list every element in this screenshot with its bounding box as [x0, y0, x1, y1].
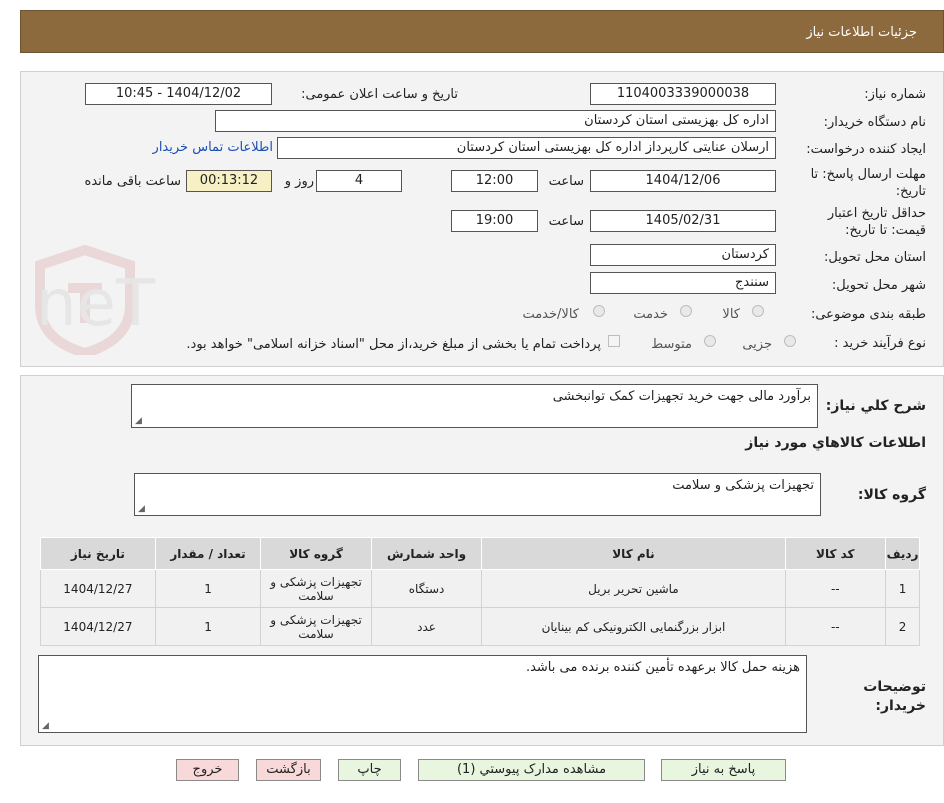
reply-time-label: ساعت [548, 174, 584, 189]
cell-date: 1404/12/27 [40, 607, 156, 646]
buyer-notes-label: توضیحات خریدار: [863, 679, 926, 714]
requester-label: ایجاد کننده درخواست: [806, 142, 926, 157]
col-row: ردیف [885, 537, 920, 570]
validity-time-field: 19:00 [451, 210, 538, 232]
category-radio-goods-service[interactable] [593, 305, 605, 317]
process-radio-medium[interactable] [704, 335, 716, 347]
buyer-org-field: اداره کل بهزیستی استان کردستان [215, 110, 776, 132]
page-title: جزئیات اطلاعات نیاز [806, 25, 917, 40]
category-option-goods: کالا [722, 307, 740, 322]
cell-group: تجهیزات پزشکی و سلامت [260, 607, 372, 646]
need-number-field: 1104003339000038 [590, 83, 776, 105]
buyer-notes-text: هزینه حمل کالا برعهده تأمین کننده برنده … [525, 660, 800, 675]
goods-table: ردیف کد کالا نام کالا واحد شمارش گروه کا… [40, 537, 920, 646]
goods-group-text: تجهیزات پزشکی و سلامت [672, 478, 814, 493]
cell-name: ابزار بزرگنمایی الکترونیکی کم بینایان [481, 607, 786, 646]
city-field: سنندج [590, 272, 776, 294]
process-radio-minor[interactable] [784, 335, 796, 347]
process-type-label: نوع فرآیند خرید : [834, 336, 926, 351]
table-header-row: ردیف کد کالا نام کالا واحد شمارش گروه کا… [40, 537, 920, 570]
buyer-contact-link[interactable]: اطلاعات تماس خریدار [153, 140, 273, 155]
cell-date: 1404/12/27 [40, 569, 156, 608]
exit-button[interactable]: خروج [176, 759, 239, 781]
back-button[interactable]: بازگشت [256, 759, 321, 781]
goods-group-textarea[interactable]: تجهیزات پزشکی و سلامت ◢ [134, 473, 821, 516]
goods-group-label: گروه کالا: [857, 487, 926, 503]
resize-grip-icon: ◢ [135, 416, 142, 426]
buyer-org-label: نام دستگاه خریدار: [823, 115, 926, 130]
requester-field: ارسلان عنایتی کارپرداز اداره کل بهزیستی … [277, 137, 776, 159]
resize-grip-icon: ◢ [138, 504, 145, 514]
cell-unit: دستگاه [370, 569, 483, 608]
cell-code: -- [784, 569, 887, 608]
delivery-city-label: شهر محل تحویل: [831, 278, 926, 293]
validity-time-label: ساعت [548, 214, 584, 229]
remaining-time-field: 00:13:12 [186, 170, 272, 192]
remaining-label: ساعت باقی مانده [84, 174, 181, 189]
general-desc-label: شرح کلي نياز: [825, 398, 926, 414]
table-row: 1 -- ماشین تحریر بریل دستگاه تجهیزات پزش… [40, 569, 920, 608]
category-radio-service[interactable] [680, 305, 692, 317]
col-group: گروه کالا [260, 537, 372, 570]
process-option-minor: جزیی [742, 337, 772, 352]
view-attachments-button[interactable]: مشاهده مدارک پیوستي (1) [418, 759, 645, 781]
days-label: روز و [284, 174, 314, 189]
cell-row: 2 [885, 607, 920, 646]
category-option-goods-service: کالا/خدمت [522, 307, 579, 322]
cell-group: تجهیزات پزشکی و سلامت [260, 569, 372, 608]
col-code: کد کالا [784, 537, 887, 570]
category-radio-goods[interactable] [752, 305, 764, 317]
treasury-checkbox[interactable] [608, 335, 620, 347]
validity-date-field: 1405/02/31 [590, 210, 776, 232]
delivery-province-label: استان محل تحویل: [824, 250, 926, 265]
cell-row: 1 [885, 569, 920, 608]
need-number-label: شماره نیاز: [864, 87, 926, 102]
col-name: نام کالا [481, 537, 786, 570]
resize-grip-icon: ◢ [42, 721, 49, 731]
cell-code: -- [784, 607, 887, 646]
announce-datetime-label: تاریخ و ساعت اعلان عمومی: [301, 87, 458, 102]
print-button[interactable]: چاپ [338, 759, 401, 781]
reply-button[interactable]: پاسخ به نیاز [661, 759, 786, 781]
reply-deadline-label: مهلت ارسال پاسخ: تا تاریخ: [810, 167, 926, 199]
treasury-note: پرداخت تمام یا بخشی از مبلغ خرید،از محل … [186, 337, 601, 352]
page-header: جزئیات اطلاعات نیاز [20, 10, 944, 53]
col-unit: واحد شمارش [370, 537, 483, 570]
min-validity-label: حداقل تاریخ اعتبار قیمت: تا تاریخ: [827, 206, 926, 238]
cell-name: ماشین تحریر بریل [481, 569, 786, 608]
col-date: تاریخ نیاز [40, 537, 156, 570]
general-desc-textarea[interactable]: برآورد مالی جهت خرید تجهیزات کمک توانبخش… [131, 384, 818, 428]
buyer-notes-textarea[interactable]: هزینه حمل کالا برعهده تأمین کننده برنده … [38, 655, 807, 733]
announce-datetime-field: 1404/12/02 - 10:45 [85, 83, 272, 105]
cell-qty: 1 [154, 569, 262, 608]
col-qty: تعداد / مقدار [154, 537, 262, 570]
table-row: 2 -- ابزار بزرگنمایی الکترونیکی کم بینای… [40, 607, 920, 646]
cell-qty: 1 [154, 607, 262, 646]
goods-info-heading: اطلاعات کالاهاي مورد نياز [745, 435, 926, 451]
category-label: طبقه بندی موضوعی: [810, 307, 926, 322]
cell-unit: عدد [370, 607, 483, 646]
reply-date-field: 1404/12/06 [590, 170, 776, 192]
process-option-medium: متوسط [651, 337, 692, 352]
reply-time-field: 12:00 [451, 170, 538, 192]
category-option-service: خدمت [633, 307, 668, 322]
days-field: 4 [316, 170, 402, 192]
general-desc-text: برآورد مالی جهت خرید تجهیزات کمک توانبخش… [552, 389, 811, 404]
province-field: کردستان [590, 244, 776, 266]
